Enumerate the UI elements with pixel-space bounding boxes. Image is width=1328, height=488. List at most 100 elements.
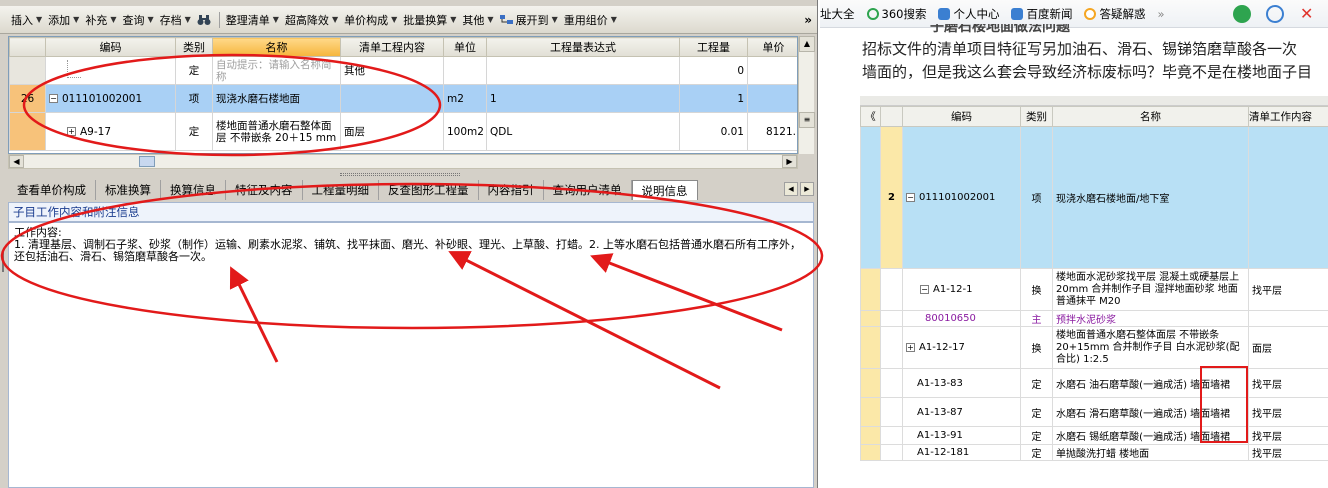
type-cell[interactable]: 项 [175, 84, 213, 113]
organize-list-menu[interactable]: 整理清单 ▼ [223, 9, 282, 31]
tab-standard-conversion[interactable]: 标准换算 [96, 180, 161, 200]
bookmark-personal-center[interactable]: 个人中心 [938, 6, 999, 22]
unit-cell[interactable] [443, 56, 487, 85]
supplement-menu[interactable]: 补充 ▼ [82, 9, 119, 31]
query-menu[interactable]: 查询 ▼ [119, 9, 156, 31]
quantity-cell[interactable]: 0.01 [679, 112, 748, 151]
height-reduction-menu[interactable]: 超高降效 ▼ [282, 9, 341, 31]
column-header-content[interactable]: 清单工程内容 [340, 37, 444, 57]
scroll-right-icon[interactable]: ▶ [782, 155, 797, 168]
pane-splitter[interactable] [340, 173, 460, 176]
name-cell[interactable]: 楼地面普通水磨石整体面层 不带嵌条 20＋15 mm [212, 112, 341, 151]
column-header-expression[interactable]: 工程量表达式 [486, 37, 680, 57]
insert-menu[interactable]: 插入 ▼ [8, 9, 45, 31]
quantity-cell[interactable]: 0 [679, 56, 748, 85]
tab-features[interactable]: 特征及内容 [226, 180, 303, 200]
info-panel-title: 子目工作内容和附注信息 [8, 202, 814, 222]
row-number: 26 [9, 84, 46, 113]
grid-toolbar-strip [860, 96, 1328, 106]
column-header-price[interactable]: 单价 [747, 37, 797, 57]
paw-icon [1011, 7, 1024, 20]
tab-content-guide[interactable]: 内容指引 [479, 180, 544, 200]
tab-graphic-quantity[interactable]: 反查图形工程量 [379, 180, 479, 200]
code-cell[interactable]: + A9-17 [45, 112, 176, 151]
expand-icon[interactable]: + [67, 127, 76, 136]
back-chevron-icon[interactable]: 《 [860, 106, 881, 127]
scroll-up-icon[interactable]: ▲ [799, 36, 815, 52]
price-cell[interactable] [747, 84, 797, 113]
add-menu[interactable]: 添加 ▼ [45, 9, 82, 31]
content-cell[interactable]: 面层 [340, 112, 444, 151]
code-cell[interactable]: −011101002001 [45, 84, 176, 113]
batch-conversion-menu[interactable]: 批量换算 ▼ [400, 9, 459, 31]
dropdown-arrow-icon: ▼ [147, 15, 154, 24]
price-cell[interactable]: 8121. [747, 112, 797, 151]
name-cell[interactable]: 自动提示：请输入名称简称 [212, 56, 341, 85]
tab-unit-price[interactable]: 查看单价构成 [8, 180, 96, 200]
bookmarks-overflow[interactable]: » [1157, 7, 1164, 21]
archive-menu[interactable]: 存档 ▼ [157, 9, 194, 31]
side-strip [860, 368, 881, 398]
bookmark-baidu-news[interactable]: 百度新闻 [1011, 6, 1072, 22]
table-row[interactable]: 定 自动提示：请输入名称简称 其他 0 [9, 56, 797, 85]
type-cell: 项 [1020, 126, 1053, 269]
binoculars-icon [197, 14, 211, 25]
grid-horizontal-scrollbar[interactable]: ◀ ▶ [8, 154, 798, 169]
column-header-code[interactable]: 编码 [45, 37, 176, 57]
price-cell[interactable] [747, 56, 797, 85]
scroll-grip-icon[interactable]: ≡ [799, 112, 815, 128]
side-splitter-handle[interactable] [0, 222, 6, 322]
type-cell: 换 [1020, 326, 1053, 369]
table-row: A1-13-91 定 水磨石 锡纸磨草酸(一遍成活) 墙面墙裙 找平层 [860, 426, 1328, 445]
grid-vertical-scrollbar[interactable]: ▲ ≡ [798, 36, 815, 154]
reuse-pricing-menu[interactable]: 重用组价 ▼ [561, 9, 620, 31]
scroll-left-icon[interactable]: ◀ [9, 155, 24, 168]
unit-cell[interactable]: 100m2 [443, 112, 487, 151]
table-row[interactable]: + A9-17 定 楼地面普通水磨石整体面层 不带嵌条 20＋15 mm 面层 1… [9, 112, 797, 151]
shield-icon[interactable] [1233, 5, 1251, 23]
expression-cell[interactable]: 1 [486, 84, 680, 113]
column-header-name[interactable]: 名称 [212, 37, 341, 57]
type-cell[interactable]: 定 [175, 112, 213, 151]
type-cell: 定 [1020, 444, 1053, 461]
dropdown-arrow-icon: ▼ [450, 15, 457, 24]
type-cell[interactable]: 定 [175, 56, 213, 85]
toolbar-overflow-button[interactable]: » [804, 13, 812, 27]
minus-circle-icon[interactable] [1266, 5, 1284, 23]
tab-description[interactable]: 说明信息 [631, 180, 698, 200]
expression-cell[interactable] [486, 56, 680, 85]
collapse-icon[interactable]: − [49, 94, 58, 103]
row-number [880, 326, 903, 369]
expression-cell[interactable]: QDL [486, 112, 680, 151]
info-panel-body: 工作内容: 1. 清理基层、调制石子浆、砂浆（制作）运输、刷素水泥浆、铺筑、找平… [8, 222, 814, 488]
other-menu[interactable]: 其他 ▼ [459, 9, 496, 31]
row-number-header [9, 37, 46, 57]
expand-to-menu[interactable]: 展开到 ▼ [497, 9, 561, 31]
unit-cell[interactable]: m2 [443, 84, 487, 113]
column-header-type[interactable]: 类别 [175, 37, 213, 57]
column-header-quantity[interactable]: 工程量 [679, 37, 748, 57]
table-row[interactable]: 26 −011101002001 项 现浇水磨石楼地面 m2 1 1 [9, 84, 797, 113]
content-cell[interactable]: 其他 [340, 56, 444, 85]
tab-quantity-detail[interactable]: 工程量明细 [303, 180, 379, 200]
scroll-thumb[interactable] [139, 156, 155, 167]
bookmark-site-directory[interactable]: 址大全 [820, 6, 855, 22]
dropdown-arrow-icon: ▼ [610, 15, 617, 24]
tab-conversion-info[interactable]: 换算信息 [161, 180, 226, 200]
column-header-unit[interactable]: 单位 [443, 37, 487, 57]
scroll-track[interactable] [799, 52, 814, 112]
dropdown-arrow-icon: ▼ [487, 15, 494, 24]
bookmark-qa[interactable]: 答疑解惑 [1084, 6, 1145, 22]
name-cell[interactable]: 现浇水磨石楼地面 [212, 84, 341, 113]
code-cell[interactable] [45, 56, 176, 85]
quantity-cell[interactable]: 1 [679, 84, 748, 113]
tab-next-icon[interactable]: ▶ [800, 182, 814, 196]
binoculars-button[interactable] [194, 9, 216, 31]
close-x-icon[interactable]: ✕ [1300, 4, 1313, 23]
content-cell: 找平层 [1248, 426, 1328, 445]
tab-prev-icon[interactable]: ◀ [784, 182, 798, 196]
tab-user-list[interactable]: 查询用户清单 [544, 180, 632, 200]
price-composition-menu[interactable]: 单价构成 ▼ [341, 9, 400, 31]
bookmark-360-search[interactable]: 360搜索 [866, 6, 926, 22]
content-cell[interactable] [340, 84, 444, 113]
